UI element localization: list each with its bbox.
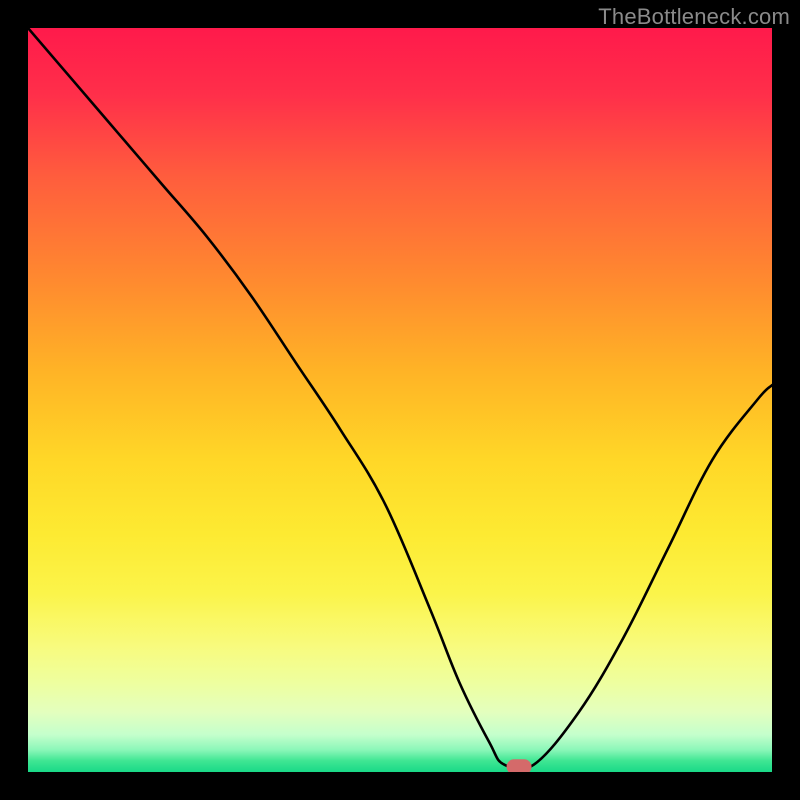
plot-area [28, 28, 772, 772]
watermark-text: TheBottleneck.com [598, 4, 790, 30]
chart-frame: TheBottleneck.com [0, 0, 800, 800]
minimum-marker [507, 760, 531, 772]
curve-svg [28, 28, 772, 772]
bottleneck-curve [28, 28, 772, 770]
